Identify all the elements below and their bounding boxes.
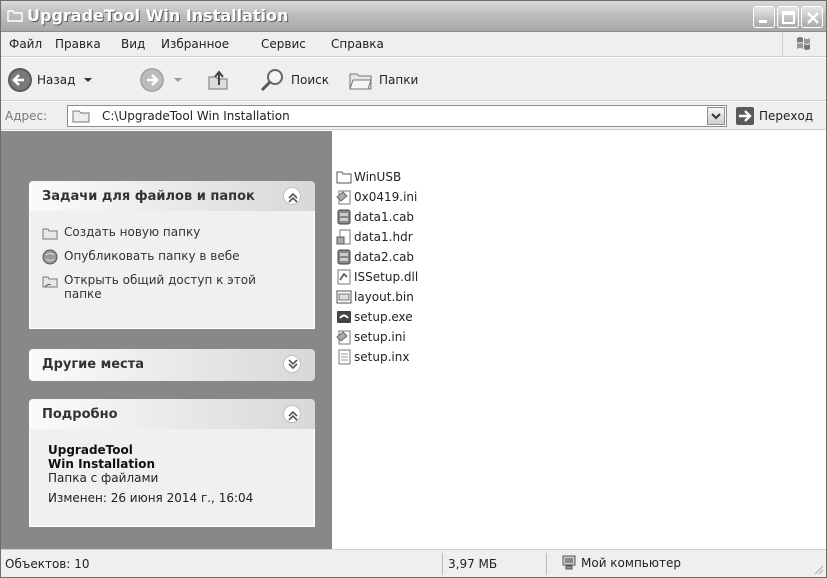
search-button[interactable]: Поиск (257, 66, 329, 94)
collapse-chevron-icon[interactable] (283, 405, 301, 423)
my-computer-icon (562, 555, 576, 570)
task-publish-web[interactable]: Опубликовать папку в вебе (42, 249, 240, 265)
back-button[interactable]: Назад (7, 66, 95, 94)
expand-chevron-icon[interactable] (283, 355, 301, 373)
list-item[interactable]: data2.cab (336, 247, 414, 266)
address-input[interactable]: C:\UpgradeTool Win Installation (67, 105, 727, 127)
details-name-line2: Win Installation (48, 457, 156, 471)
windows-logo-icon (782, 32, 822, 56)
folder-icon (336, 171, 352, 183)
hdr-file-icon (336, 229, 351, 244)
title-bar[interactable]: UpgradeTool Win Installation (1, 1, 826, 32)
forward-button[interactable] (139, 66, 185, 94)
list-item[interactable]: ISSetup.dll (336, 267, 418, 286)
menu-help[interactable]: Справка (331, 37, 384, 51)
list-item[interactable]: 0x0419.ini (336, 187, 417, 206)
menu-tools[interactable]: Сервис (261, 37, 306, 51)
inx-file-icon (338, 349, 351, 364)
menu-view[interactable]: Вид (121, 37, 145, 51)
toolbar: Назад Поиск Папки (1, 58, 826, 101)
list-item[interactable]: layout.bin (336, 287, 414, 306)
maximize-button[interactable] (777, 6, 799, 28)
address-label: Адрес: (5, 109, 48, 123)
status-divider (442, 553, 443, 575)
window-title: UpgradeTool Win Installation (27, 6, 289, 25)
file-list: WinUSB 0x0419.ini data1.cab data1.hdr da… (332, 131, 826, 549)
minimize-button[interactable] (753, 6, 775, 28)
list-item[interactable]: setup.ini (336, 327, 406, 346)
task-pane: Задачи для файлов и папок Создать новую … (1, 131, 332, 549)
details-type: Папка с файлами (48, 471, 159, 485)
collapse-chevron-icon[interactable] (283, 187, 301, 205)
details-modified: Изменен: 26 июня 2014 г., 16:04 (48, 491, 254, 505)
resize-grip-icon[interactable] (812, 563, 824, 575)
other-places-header[interactable]: Другие места (29, 349, 315, 381)
address-value: C:\UpgradeTool Win Installation (102, 109, 290, 123)
list-item[interactable]: setup.inx (336, 347, 409, 366)
tasks-panel-header[interactable]: Задачи для файлов и папок (29, 181, 315, 211)
tasks-panel-title: Задачи для файлов и папок (42, 189, 255, 204)
tasks-panel-body: Создать новую папку Опубликовать папку в… (29, 211, 315, 329)
status-size: 3,97 МБ (448, 557, 498, 571)
address-dropdown-button[interactable] (707, 107, 725, 125)
bin-file-icon (336, 290, 352, 303)
details-name-line1: UpgradeTool (48, 443, 133, 457)
up-folder-button[interactable] (205, 66, 231, 94)
details-panel-body: UpgradeTool Win Installation Папка с фай… (29, 429, 315, 527)
go-arrow-icon (736, 107, 754, 125)
dll-file-icon (337, 269, 351, 284)
cab-file-icon (337, 249, 351, 264)
menu-edit[interactable]: Правка (55, 37, 101, 51)
task-share-folder[interactable]: Открыть общий доступ к этой папке (42, 273, 292, 301)
status-divider (546, 553, 547, 575)
details-panel-title: Подробно (42, 407, 118, 422)
back-label: Назад (37, 73, 76, 87)
close-button[interactable] (801, 6, 823, 28)
folder-icon (7, 10, 23, 22)
list-item[interactable]: data1.hdr (336, 227, 413, 246)
up-folder-icon (208, 70, 228, 90)
details-panel-header[interactable]: Подробно (29, 399, 315, 429)
new-folder-icon (42, 228, 58, 240)
go-button[interactable]: Переход (735, 106, 813, 126)
menu-bar: Файл Правка Вид Избранное Сервис Справка (1, 32, 826, 57)
list-item[interactable]: data1.cab (336, 207, 414, 226)
minimize-icon (759, 20, 767, 23)
search-label: Поиск (291, 73, 330, 87)
status-bar: Объектов: 10 3,97 МБ Мой компьютер (1, 549, 826, 577)
exe-file-icon (337, 310, 351, 323)
other-places-title: Другие места (42, 357, 145, 372)
search-icon (260, 69, 283, 92)
ini-file-icon (336, 330, 351, 344)
status-object-count: Объектов: 10 (5, 557, 90, 571)
chevron-down-icon[interactable] (81, 75, 95, 85)
back-arrow-icon (8, 68, 32, 92)
folders-icon (349, 73, 372, 90)
list-item[interactable]: setup.exe (336, 307, 413, 326)
chevron-down-icon (711, 113, 721, 120)
explorer-window: UpgradeTool Win Installation Файл Правка… (0, 0, 827, 578)
folders-label: Папки (379, 73, 419, 87)
ini-file-icon (336, 190, 351, 204)
close-icon (807, 12, 819, 24)
publish-web-icon (42, 249, 58, 265)
go-label: Переход (759, 109, 814, 123)
menu-file[interactable]: Файл (9, 37, 42, 51)
address-bar: Адрес: C:\UpgradeTool Win Installation П… (1, 102, 826, 130)
maximize-icon (782, 11, 795, 24)
list-item[interactable]: WinUSB (336, 167, 401, 186)
status-location: Мой компьютер (561, 555, 681, 571)
cab-file-icon (337, 209, 351, 224)
share-folder-icon (42, 276, 58, 288)
task-new-folder[interactable]: Создать новую папку (42, 225, 200, 241)
chevron-down-icon[interactable] (171, 75, 185, 85)
folders-button[interactable]: Папки (347, 66, 418, 94)
forward-arrow-icon (140, 68, 164, 92)
folder-icon (72, 110, 90, 123)
menu-favorites[interactable]: Избранное (161, 37, 229, 51)
